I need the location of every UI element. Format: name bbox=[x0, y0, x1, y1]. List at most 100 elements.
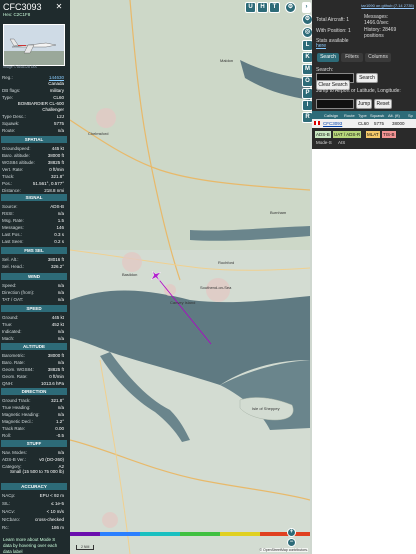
field-value: n/a bbox=[57, 297, 64, 302]
zoom-out-button[interactable]: − bbox=[287, 538, 296, 547]
field-value: 326.2° bbox=[50, 264, 64, 269]
reset-button[interactable]: Reset bbox=[374, 99, 392, 109]
field-value: n/a bbox=[57, 336, 64, 341]
tab-columns[interactable]: Columns bbox=[365, 53, 391, 62]
wind-row: Direction (from): n/a bbox=[2, 289, 64, 296]
col-callsign[interactable]: Callsign bbox=[324, 113, 338, 118]
field-value: 51.561°, 0.577° bbox=[32, 181, 64, 186]
settings-gear-icon[interactable]: ⚙ bbox=[285, 2, 296, 13]
section-speed[interactable]: SPEED bbox=[1, 305, 67, 312]
stats-link[interactable]: here bbox=[316, 43, 326, 49]
map-view[interactable]: Chelmsford Basildon Southend-on-Sea Canv… bbox=[70, 0, 310, 554]
section-wind[interactable]: WIND bbox=[1, 273, 67, 280]
direction-row: Ground Track: 321.8° bbox=[2, 397, 64, 404]
map-button-h[interactable]: H bbox=[257, 2, 268, 13]
field-value: n/a bbox=[57, 283, 64, 288]
map-button-t[interactable]: T bbox=[269, 2, 280, 13]
total-aircraft: Total Aircraft: 1 bbox=[316, 17, 350, 23]
field-label: Roll: bbox=[2, 433, 12, 438]
place-label: Southend-on-Sea bbox=[200, 285, 232, 290]
tab-search[interactable]: Search bbox=[317, 53, 339, 62]
field-label: Track Rate: bbox=[2, 426, 26, 431]
col-route[interactable]: Route bbox=[344, 113, 355, 118]
close-icon[interactable]: ✕ bbox=[55, 3, 63, 11]
place-label: Rochford bbox=[218, 260, 235, 265]
speed-row: Mach: n/a bbox=[2, 335, 64, 342]
map-scale: 2 NM bbox=[76, 545, 95, 550]
section-fms-sel[interactable]: FMS SEL bbox=[1, 247, 67, 254]
aircraft-photo[interactable] bbox=[3, 24, 65, 66]
zoom-in-button[interactable]: + bbox=[287, 528, 296, 537]
section-signal[interactable]: SIGNAL bbox=[1, 194, 67, 201]
direction-row: Magnetic Decl.: 1.2° bbox=[2, 418, 64, 425]
aircraft-info-panel: CFC3093 Hex: C2C1F8 ✕ Image © ABA128 DIA… bbox=[0, 0, 70, 554]
stuff-row: Category: A2 bbox=[2, 463, 64, 470]
field-value: 0.2 s bbox=[54, 239, 64, 244]
field-value: 38825 ft bbox=[47, 367, 64, 372]
field-label: Ground: bbox=[2, 315, 19, 320]
map-attribution[interactable]: © OpenStreetMap contributors. bbox=[259, 548, 308, 552]
field-value: 452 kt bbox=[51, 322, 64, 327]
row-callsign[interactable]: CFC3093 bbox=[323, 121, 342, 126]
altitude-row: Geom. Rate: 0 ft/min bbox=[2, 373, 64, 380]
collapse-panel-button[interactable]: › bbox=[302, 2, 311, 13]
table-empty-area bbox=[312, 149, 416, 554]
speed-row: Indicated: n/a bbox=[2, 328, 64, 335]
jump-label: Jump to Airport or Latitude, Longitude: bbox=[316, 88, 401, 94]
col-type[interactable]: Type bbox=[358, 113, 367, 118]
field-value: 0 ft/min bbox=[49, 374, 64, 379]
section-altitude[interactable]: ALTITUDE bbox=[1, 343, 67, 350]
jump-input[interactable] bbox=[316, 99, 354, 109]
history-count: History: 28469 positions bbox=[364, 27, 397, 39]
field-label: Last Seen: bbox=[2, 239, 24, 244]
spatial-row: Distance: 218.8 nmi bbox=[2, 187, 64, 194]
aircraft-marker-icon[interactable] bbox=[150, 270, 162, 282]
place-label: Basildon bbox=[122, 272, 138, 277]
jump-button[interactable]: Jump bbox=[356, 99, 372, 109]
field-value: n/a bbox=[57, 405, 64, 410]
field-label: Ground Track: bbox=[2, 398, 31, 403]
accuracy-row: SIL: ≤ 1e-5 bbox=[2, 500, 64, 507]
stuff-row: Nav. Modes: n/a bbox=[2, 449, 64, 456]
aircraft-callsign: CFC3093 bbox=[3, 2, 42, 12]
field-value: 38000 ft bbox=[47, 353, 64, 358]
altitude-row: Barometric: 38000 ft bbox=[2, 352, 64, 359]
field-value: 321.8° bbox=[50, 174, 64, 179]
row-type: CL60 bbox=[358, 121, 369, 126]
github-link[interactable]: tar1090 on github (7.14 2735) bbox=[361, 3, 414, 8]
stuff-row: ADS-B Ver.: v0 (DO-260) bbox=[2, 456, 64, 463]
field-value: n/a bbox=[57, 211, 64, 216]
field-label: WGS84 altitude: bbox=[2, 160, 35, 165]
badge-adsb: ADS-B bbox=[315, 131, 331, 138]
section-spatial[interactable]: SPATIAL bbox=[1, 136, 67, 143]
field-value: 445 kt bbox=[51, 146, 64, 151]
field-value: 218.8 nmi bbox=[44, 188, 64, 193]
section-accuracy[interactable]: ACCURACY bbox=[1, 483, 67, 490]
spatial-row: Vert. Rate: 0 ft/min bbox=[2, 166, 64, 173]
fms-row: Sel. Head.: 326.2° bbox=[2, 263, 64, 270]
accuracy-row: Rc: 186 m bbox=[2, 524, 64, 531]
section-stuff[interactable]: STUFF bbox=[1, 440, 67, 447]
tab-filters[interactable]: Filters bbox=[341, 53, 363, 62]
type-code-row: Type Desc.: L2J bbox=[2, 114, 64, 119]
field-label: Source: bbox=[2, 204, 18, 209]
col-alt[interactable]: Alt. (ft) bbox=[388, 113, 400, 118]
col-speed[interactable]: Sp bbox=[408, 113, 413, 118]
map-button-u[interactable]: U bbox=[245, 2, 256, 13]
field-value: n/a bbox=[57, 290, 64, 295]
field-label: Indicated: bbox=[2, 329, 22, 334]
field-label: True: bbox=[2, 322, 13, 327]
search-button[interactable]: Search bbox=[356, 73, 378, 83]
signal-row: Last Pos.: 0.3 s bbox=[2, 231, 64, 238]
direction-row: True Heading: n/a bbox=[2, 404, 64, 411]
col-squawk[interactable]: Squawk bbox=[370, 113, 384, 118]
place-label: Maldon bbox=[220, 58, 234, 63]
field-label: NACv: bbox=[2, 509, 16, 514]
field-value: 38016 ft bbox=[47, 257, 64, 262]
accuracy-row: NICbaro: cross-checked bbox=[2, 516, 64, 523]
section-direction[interactable]: DIRECTION bbox=[1, 388, 67, 395]
field-label: Groundspeed: bbox=[2, 146, 31, 151]
signal-row: Source: ADS-B bbox=[2, 203, 64, 210]
field-label: Last Pos.: bbox=[2, 232, 23, 237]
spatial-row: Groundspeed: 445 kt bbox=[2, 145, 64, 152]
